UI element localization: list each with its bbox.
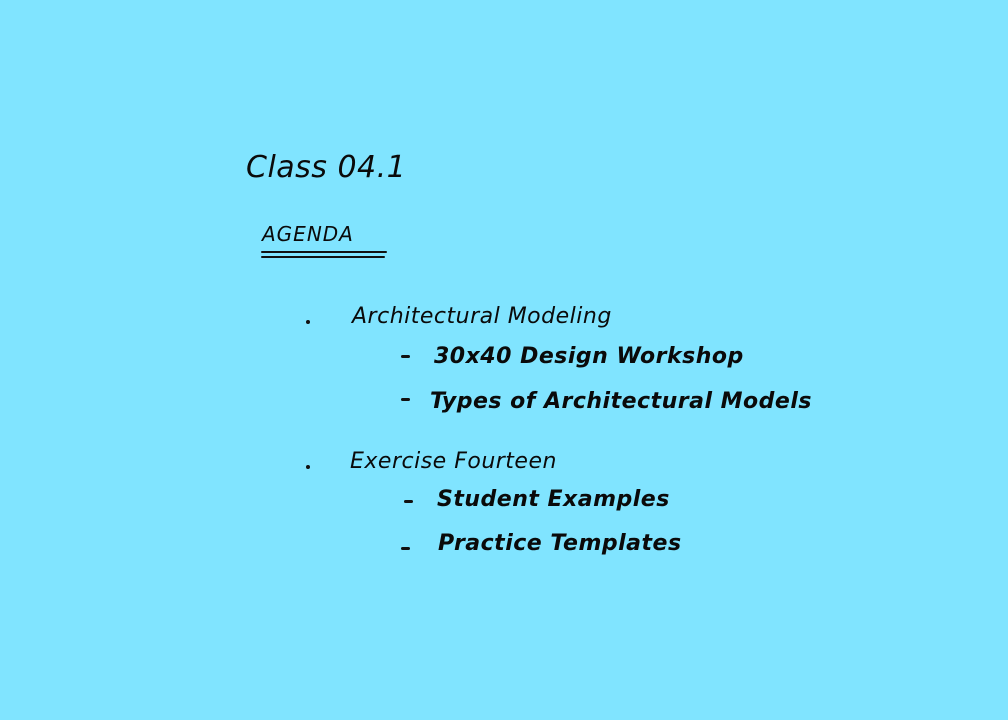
dash-icon — [401, 355, 410, 358]
bullet-icon — [306, 465, 310, 469]
list-item: Architectural Modeling — [352, 304, 612, 329]
page-title: Class 04.1 — [246, 150, 407, 185]
sub-list-item: Types of Architectural Models — [430, 389, 812, 414]
sub-list-item: Student Examples — [437, 487, 670, 512]
dash-icon — [401, 547, 410, 550]
list-item: Exercise Fourteen — [350, 449, 557, 474]
sub-list-item: 30x40 Design Workshop — [434, 344, 744, 369]
agenda-heading: AGENDA — [262, 222, 354, 246]
dash-icon — [404, 500, 413, 503]
bullet-icon — [306, 320, 310, 324]
dash-icon — [401, 398, 410, 401]
agenda-underline — [261, 251, 387, 253]
agenda-underline-second — [261, 256, 385, 258]
sub-list-item: Practice Templates — [438, 531, 682, 556]
